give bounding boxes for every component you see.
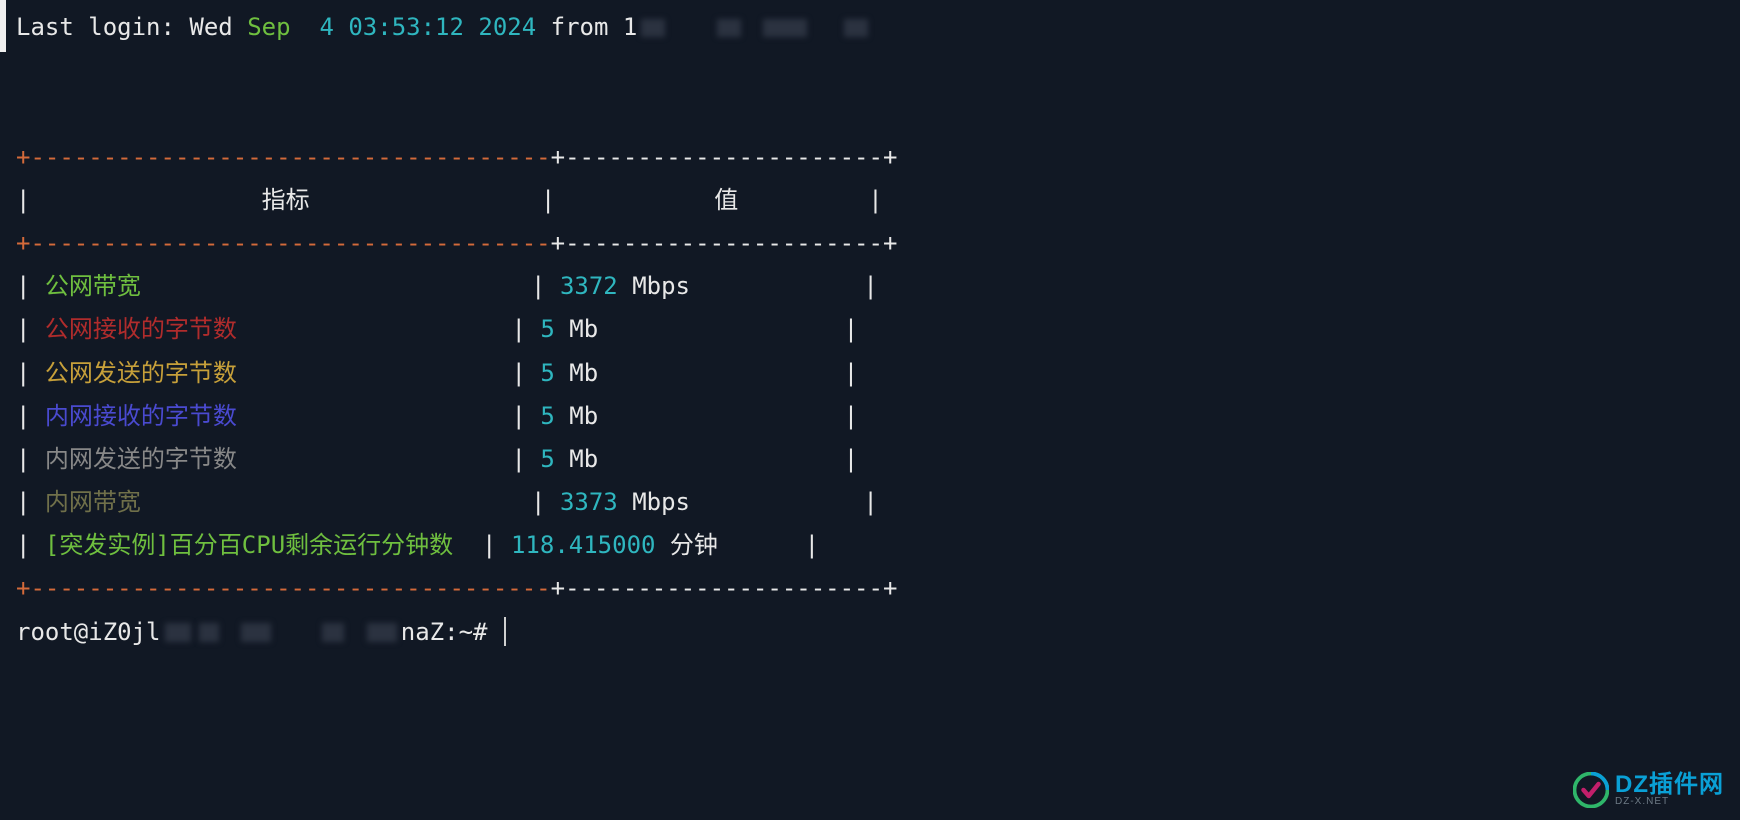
table-border: +------------------------------------+--… [16,567,1740,610]
table-row: | 内网发送的字节数 | 5 Mb | [16,438,1740,481]
redacted-segment [367,623,397,642]
last-login-month: Sep [247,13,290,41]
last-login-prefix: Last login: Wed [16,13,247,41]
redacted-segment [199,623,219,642]
table-header: | 指标 | 值 | [16,179,1740,222]
metric-value-unit: Mb [555,402,598,430]
metric-label: 公网接收的字节数 [45,315,497,343]
last-login-time: 4 03:53:12 [291,13,464,41]
table-row: | 公网发送的字节数 | 5 Mb | [16,352,1740,395]
redacted-segment [322,623,344,642]
metrics-table: +------------------------------------+--… [16,136,1740,611]
last-login-year: 2024 [464,13,536,41]
redacted-segment [844,19,868,38]
prompt-user-host-pre: root@iZ0jl [16,618,161,646]
metric-value-unit: Mb [555,359,598,387]
prompt-user-host-post: naZ:~# [401,618,502,646]
metric-label: [突发实例]百分百CPU剩余运行分钟数 [45,531,468,559]
metric-value-number: 3372 [560,272,618,300]
metric-value-number: 5 [540,445,554,473]
metric-value-unit: Mbps [618,488,690,516]
metric-label: 公网发送的字节数 [45,359,497,387]
table-row: | 内网带宽 | 3373 Mbps | [16,481,1740,524]
header-metric: 指标 [45,186,526,214]
table-border: +------------------------------------+--… [16,136,1740,179]
last-login-from: from 1 [536,13,637,41]
header-value: 值 [570,186,854,214]
metric-label: 内网接收的字节数 [45,402,497,430]
blank-line [16,49,1740,92]
shell-prompt[interactable]: root@iZ0jl naZ:~# [16,611,1740,654]
metric-label: 内网带宽 [45,488,517,516]
metric-value-unit: Mb [555,315,598,343]
watermark-title: DZ插件网 [1615,772,1724,797]
metric-value-number: 3373 [560,488,618,516]
redacted-segment [763,19,807,38]
metric-value-unit: Mb [555,445,598,473]
metric-value-number: 5 [540,315,554,343]
table-row: | 公网接收的字节数 | 5 Mb | [16,308,1740,351]
metric-value-number: 118.415000 [511,531,656,559]
last-login-line: Last login: Wed Sep 4 03:53:12 2024 from… [16,6,1740,49]
watermark-sub: DZ-X.NET [1615,797,1724,808]
watermark: DZ插件网 DZ-X.NET [1573,772,1724,808]
metric-label: 内网发送的字节数 [45,445,497,473]
redacted-segment [717,19,741,38]
table-border: +------------------------------------+--… [16,222,1740,265]
metric-value-number: 5 [540,402,554,430]
cursor-icon [504,617,506,646]
redacted-segment [165,623,191,642]
table-row: | [突发实例]百分百CPU剩余运行分钟数 | 118.415000 分钟 | [16,524,1740,567]
table-row: | 公网带宽 | 3372 Mbps | [16,265,1740,308]
metric-value-unit: 分钟 [655,531,717,559]
metric-value-unit: Mbps [618,272,690,300]
window-edge [0,0,6,52]
table-row: | 内网接收的字节数 | 5 Mb | [16,395,1740,438]
blank-line [16,92,1740,135]
redacted-segment [641,19,665,38]
metric-label: 公网带宽 [45,272,517,300]
redacted-segment [241,623,271,642]
metric-value-number: 5 [540,359,554,387]
watermark-logo-icon [1573,772,1609,808]
